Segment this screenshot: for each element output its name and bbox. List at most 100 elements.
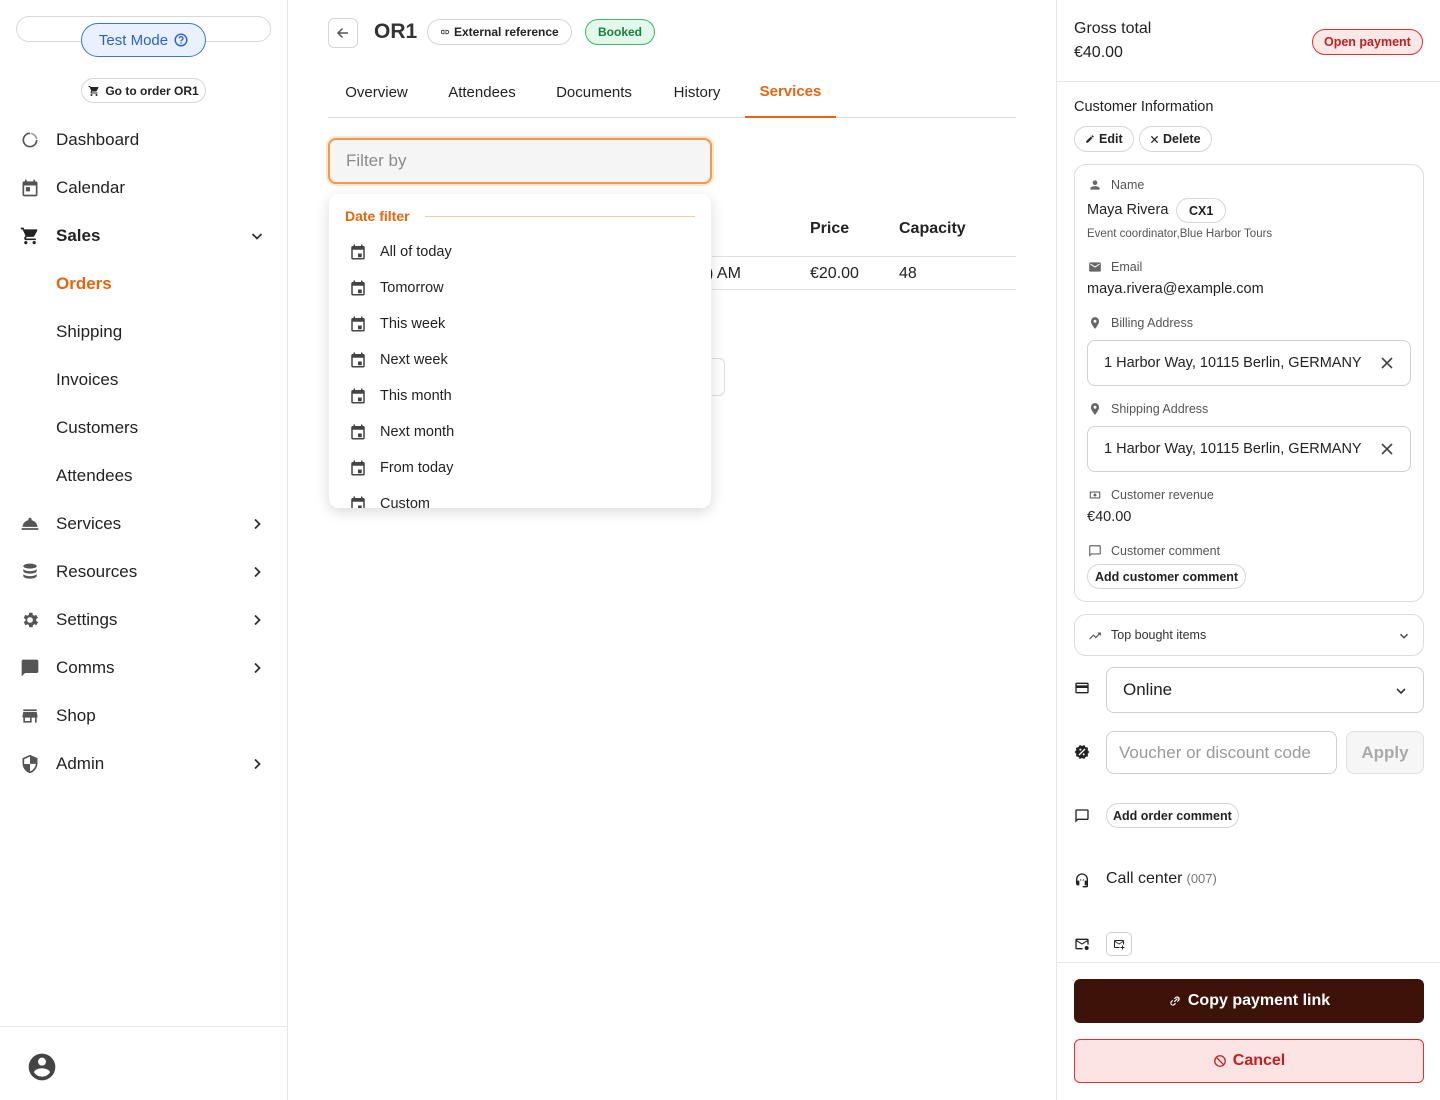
column-header-capacity: Capacity bbox=[899, 220, 966, 237]
sidebar-item-shop[interactable]: Shop bbox=[0, 692, 288, 740]
sidebar-item-label: Resources bbox=[56, 562, 138, 581]
tab-attendees[interactable]: Attendees bbox=[425, 66, 539, 118]
option-label: Next week bbox=[380, 352, 448, 368]
sidebar-item-label: Invoices bbox=[56, 370, 119, 389]
cancel-label: Cancel bbox=[1232, 1052, 1286, 1069]
gross-total-label: Gross total bbox=[1074, 20, 1152, 37]
copy-payment-link-button[interactable]: Copy payment link bbox=[1074, 979, 1424, 1023]
close-icon bbox=[1150, 135, 1159, 144]
calendar-icon bbox=[349, 423, 367, 441]
sidebar-item-customers[interactable]: Customers bbox=[0, 404, 288, 452]
sidebar-item-comms[interactable]: Comms bbox=[0, 644, 288, 692]
customer-revenue-label: Customer revenue bbox=[1111, 488, 1214, 502]
sidebar: Test Mode Go to order OR1 Dashboard Cale… bbox=[0, 0, 288, 1100]
customer-id-chip[interactable]: CX1 bbox=[1176, 198, 1227, 223]
sidebar-item-resources[interactable]: Resources bbox=[0, 548, 288, 596]
sidebar-item-attendees[interactable]: Attendees bbox=[0, 452, 288, 500]
tab-overview[interactable]: Overview bbox=[328, 66, 425, 118]
add-customer-comment-button[interactable]: Add customer comment bbox=[1087, 564, 1247, 589]
name-label: Name bbox=[1111, 178, 1145, 192]
partially-hidden-control bbox=[712, 358, 725, 396]
add-order-comment-button[interactable]: Add order comment bbox=[1106, 803, 1239, 828]
sidebar-item-admin[interactable]: Admin bbox=[0, 740, 288, 788]
voucher-input[interactable] bbox=[1106, 731, 1337, 774]
column-header-price: Price bbox=[810, 220, 850, 237]
account-circle-icon[interactable] bbox=[26, 1051, 58, 1083]
sidebar-item-invoices[interactable]: Invoices bbox=[0, 356, 288, 404]
arrow-left-icon bbox=[335, 25, 351, 41]
sidebar-item-label: Shop bbox=[56, 706, 96, 725]
chevron-right-icon bbox=[249, 564, 265, 580]
trending-up-icon bbox=[1088, 629, 1102, 643]
clear-icon[interactable] bbox=[1380, 356, 1394, 370]
mail-icon bbox=[1088, 260, 1102, 274]
tab-services[interactable]: Services bbox=[745, 66, 836, 118]
customer-comment-label: Customer comment bbox=[1111, 544, 1221, 558]
edit-customer-button[interactable]: Edit bbox=[1074, 126, 1134, 152]
cloche-icon bbox=[20, 514, 40, 534]
go-to-order-label: Go to order OR1 bbox=[105, 83, 199, 98]
calendar-icon bbox=[349, 351, 367, 369]
top-bought-items-toggle[interactable]: Top bought items bbox=[1074, 614, 1424, 656]
option-label: Next month bbox=[380, 424, 455, 440]
date-filter-option[interactable]: Custom bbox=[349, 486, 430, 508]
sidebar-item-label: Dashboard bbox=[56, 130, 140, 149]
divider bbox=[425, 216, 695, 217]
customer-email[interactable]: maya.rivera@example.com bbox=[1087, 281, 1264, 297]
cancel-order-button[interactable]: Cancel bbox=[1074, 1039, 1424, 1083]
apply-voucher-button[interactable]: Apply bbox=[1346, 731, 1424, 774]
sidebar-item-shipping[interactable]: Shipping bbox=[0, 308, 288, 356]
payment-method-select[interactable]: Online bbox=[1106, 667, 1424, 713]
sidebar-item-label: Shipping bbox=[56, 322, 123, 341]
location-pin-icon bbox=[1088, 402, 1102, 416]
tab-documents[interactable]: Documents bbox=[539, 66, 649, 118]
sidebar-item-label: Calendar bbox=[56, 178, 125, 197]
calendar-icon bbox=[349, 459, 367, 477]
help-circle-icon bbox=[174, 33, 188, 47]
gross-total-value: €40.00 bbox=[1074, 44, 1123, 61]
pencil-icon bbox=[1085, 134, 1095, 144]
delete-customer-button[interactable]: Delete bbox=[1139, 126, 1212, 152]
calendar-icon bbox=[349, 243, 367, 261]
date-filter-option[interactable]: All of today bbox=[349, 234, 452, 270]
filter-dropdown: Date filter All of today Tomorrow This w… bbox=[329, 194, 711, 508]
sidebar-item-services[interactable]: Services bbox=[0, 500, 288, 548]
date-filter-option[interactable]: This week bbox=[349, 306, 445, 342]
test-mode-button[interactable]: Test Mode bbox=[81, 23, 206, 57]
back-button[interactable] bbox=[328, 18, 358, 48]
headset-agent-icon bbox=[1074, 872, 1090, 888]
external-reference-button[interactable]: External reference bbox=[427, 19, 572, 45]
sidebar-item-orders[interactable]: Orders bbox=[0, 260, 288, 308]
calendar-icon bbox=[349, 495, 367, 508]
sidebar-nav: Dashboard Calendar Sales Orders Shipping… bbox=[0, 116, 288, 788]
sales-channel: Call center (007) bbox=[1106, 870, 1217, 888]
status-badge: Booked bbox=[585, 19, 656, 45]
shipping-address-field[interactable]: 1 Harbor Way, 10115 Berlin, GERMANY bbox=[1087, 426, 1411, 472]
tab-history[interactable]: History bbox=[649, 66, 745, 118]
date-filter-option[interactable]: Next week bbox=[349, 342, 448, 378]
credit-card-icon bbox=[1074, 680, 1090, 696]
divider bbox=[1057, 962, 1440, 963]
location-pin-icon bbox=[1088, 316, 1102, 330]
table-row[interactable]: ) AM €20.00 48 bbox=[708, 257, 1016, 290]
filter-input[interactable] bbox=[328, 138, 712, 184]
sidebar-item-dashboard[interactable]: Dashboard bbox=[0, 116, 288, 164]
date-filter-option[interactable]: Next month bbox=[349, 414, 454, 450]
date-filter-option[interactable]: From today bbox=[349, 450, 453, 486]
billing-address-field[interactable]: 1 Harbor Way, 10115 Berlin, GERMANY bbox=[1087, 340, 1411, 386]
sidebar-item-label: Sales bbox=[56, 226, 101, 245]
sidebar-footer bbox=[0, 1026, 288, 1100]
go-to-order-button[interactable]: Go to order OR1 bbox=[81, 78, 206, 103]
delete-label: Delete bbox=[1163, 132, 1201, 146]
date-filter-option[interactable]: Tomorrow bbox=[349, 270, 444, 306]
send-email-button[interactable] bbox=[1106, 932, 1132, 956]
date-filter-option[interactable]: This month bbox=[349, 378, 452, 414]
sidebar-item-label: Admin bbox=[56, 754, 105, 773]
link-icon bbox=[1168, 994, 1182, 1008]
sidebar-item-calendar[interactable]: Calendar bbox=[0, 164, 288, 212]
sidebar-item-sales[interactable]: Sales bbox=[0, 212, 288, 260]
clear-icon[interactable] bbox=[1380, 442, 1394, 456]
sidebar-item-label: Comms bbox=[56, 658, 115, 677]
sidebar-item-label: Services bbox=[56, 514, 122, 533]
sidebar-item-settings[interactable]: Settings bbox=[0, 596, 288, 644]
